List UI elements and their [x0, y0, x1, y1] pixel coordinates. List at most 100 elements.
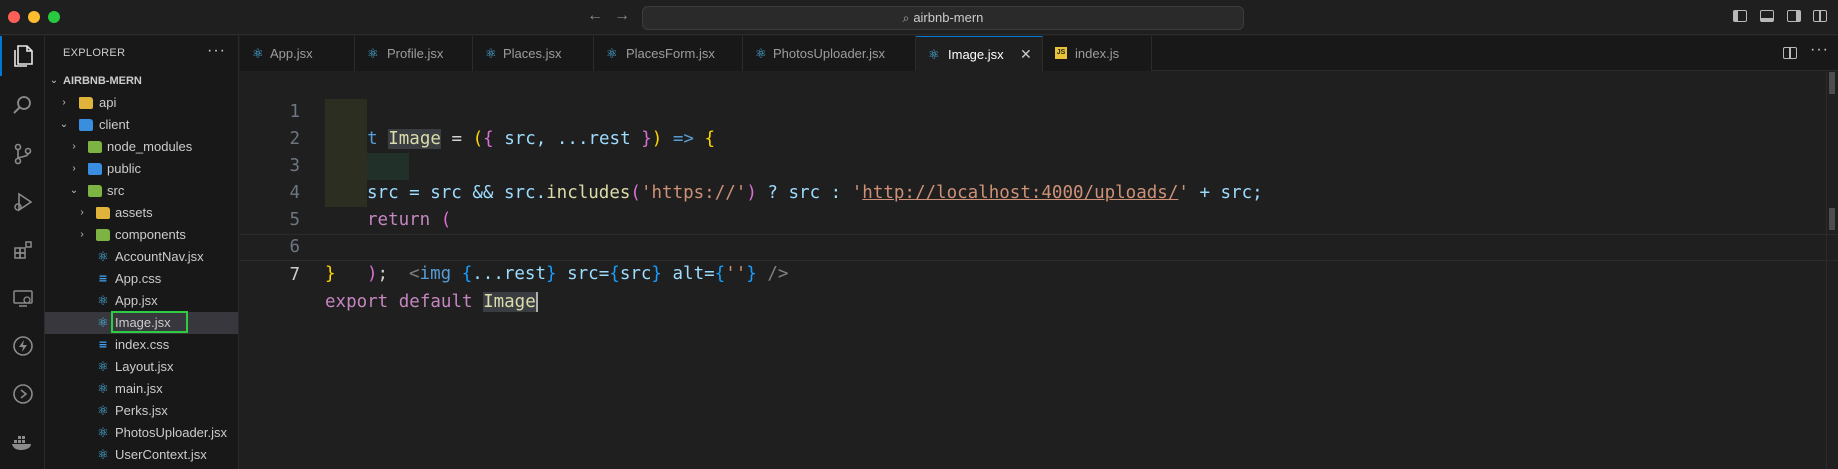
code-line-4: 4 <img {...rest} src={src} alt={''} /> [240, 153, 1838, 284]
tab-image-jsx[interactable]: ⚛ Image.jsx ✕ [916, 36, 1043, 71]
root-folder-label: AIRBNB-MERN [63, 75, 142, 87]
tree-item-label: Layout.jsx [115, 359, 174, 374]
thunder-client-icon[interactable] [0, 326, 45, 366]
indent-guide [325, 99, 367, 126]
forward-arrow-icon[interactable]: → [614, 7, 630, 25]
tab-profile-jsx[interactable]: ⚛ Profile.jsx [355, 36, 473, 71]
indent-guide [325, 153, 367, 180]
remote-explorer-icon[interactable] [0, 278, 45, 318]
tree-item-label: index.css [115, 337, 170, 352]
toggle-panel-icon[interactable] [1760, 10, 1774, 22]
tree-item-label: src [107, 183, 125, 198]
tree-item-components[interactable]: › components [45, 224, 238, 246]
folder-public-icon [88, 163, 102, 175]
search-activity-icon[interactable] [0, 85, 45, 125]
tree-item-label: AccountNav.jsx [115, 249, 204, 264]
tree-item-app-jsx[interactable]: ⚛ App.jsx [45, 290, 238, 312]
code-line-5: 5 ); [240, 180, 1838, 284]
css-file-icon: ≡ [98, 272, 108, 285]
customize-layout-icon[interactable] [1813, 10, 1827, 22]
tree-item-src[interactable]: ⌄ src [45, 180, 238, 202]
tree-item-assets[interactable]: › assets [45, 202, 238, 224]
tree-item-label: assets [115, 205, 153, 220]
tree-item-main[interactable]: ⚛ main.jsx [45, 378, 238, 400]
tree-item-label: PhotosUploader.jsx [115, 425, 228, 440]
tree-item-label: node_modules [107, 139, 193, 154]
tree-item-app-css[interactable]: ≡ App.css [45, 268, 238, 290]
code-line-3: 3 return ( [240, 126, 1838, 230]
timeline-icon[interactable] [0, 374, 45, 414]
react-file-icon: ⚛ [485, 46, 497, 61]
toggle-primary-sidebar-icon[interactable] [1733, 10, 1747, 22]
source-control-icon[interactable] [0, 134, 45, 174]
code-text: <img {...rest} src={src} alt={''} /> [409, 264, 789, 284]
code-line-2: 2 src = src && src.includes('https://') … [240, 99, 1838, 203]
react-file-icon: ⚛ [97, 315, 109, 330]
tree-item-label: api [99, 95, 117, 110]
code-line-7: 7 export default Image [240, 234, 1838, 312]
folder-src-icon [88, 185, 102, 197]
line-number: 7 [289, 265, 300, 285]
tree-item-client[interactable]: ⌄ client [45, 114, 238, 136]
tree-item-public[interactable]: › public [45, 158, 238, 180]
close-tab-icon[interactable]: ✕ [1020, 37, 1032, 72]
react-file-icon: ⚛ [252, 46, 264, 61]
tab-label: App.jsx [270, 46, 313, 61]
tab-app-jsx[interactable]: ⚛ App.jsx [240, 36, 355, 71]
tree-item-label: main.jsx [115, 381, 163, 396]
react-file-icon: ⚛ [606, 46, 618, 61]
tree-item-label: UserContext.jsx [115, 447, 207, 462]
explorer-more-actions-icon[interactable]: ··· [207, 42, 226, 60]
tab-photosuploader-jsx[interactable]: ⚛ PhotosUploader.jsx [743, 36, 916, 71]
activity-bar [0, 36, 45, 469]
explorer-icon[interactable] [0, 36, 45, 76]
extensions-icon[interactable] [0, 230, 45, 270]
run-debug-icon[interactable] [0, 182, 45, 222]
code-editor[interactable]: 1 const Image = ({ src, ...rest }) => { … [240, 72, 1838, 469]
tree-item-node-modules[interactable]: › node_modules [45, 136, 238, 158]
tree-item-label: client [99, 117, 130, 132]
tree-item-photosuploader[interactable]: ⚛ PhotosUploader.jsx [45, 422, 238, 444]
scrollbar-marker [1829, 208, 1835, 230]
tab-places-jsx[interactable]: ⚛ Places.jsx [473, 36, 594, 71]
back-arrow-icon[interactable]: ← [587, 7, 603, 25]
docker-icon[interactable] [0, 422, 45, 462]
tree-item-index-css[interactable]: ≡ index.css [45, 334, 238, 356]
folder-components-icon [96, 229, 110, 241]
folder-icon [96, 207, 110, 219]
tree-item-accountnav[interactable]: ⚛ AccountNav.jsx [45, 246, 238, 268]
react-file-icon: ⚛ [97, 249, 109, 264]
chevron-right-icon: › [62, 97, 66, 108]
search-text: airbnb-mern [913, 10, 984, 25]
code-line-1: 1 const Image = ({ src, ...rest }) => { [240, 72, 1838, 149]
tree-item-usercontext[interactable]: ⚛ UserContext.jsx [45, 444, 238, 466]
editor-scrollbar[interactable] [1826, 72, 1838, 469]
explorer-title: EXPLORER [63, 47, 126, 59]
code-text: } [325, 264, 336, 284]
react-file-icon: ⚛ [928, 47, 940, 62]
editor-tab-bar: ⚛ App.jsx ⚛ Profile.jsx ⚛ Places.jsx ⚛ P… [240, 36, 1838, 71]
tab-placesform-jsx[interactable]: ⚛ PlacesForm.jsx [594, 36, 743, 71]
chevron-right-icon: › [80, 207, 84, 218]
explorer-sidebar: EXPLORER ··· ⌄ AIRBNB-MERN › api ⌄ clien… [45, 36, 239, 469]
tree-item-api[interactable]: › api [45, 92, 238, 114]
tree-item-layout[interactable]: ⚛ Layout.jsx [45, 356, 238, 378]
tree-item-label: Perks.jsx [115, 403, 168, 418]
indent-guide [325, 126, 367, 153]
editor-more-actions-icon[interactable]: ··· [1810, 41, 1829, 59]
tab-label: PhotosUploader.jsx [773, 46, 886, 61]
split-editor-icon[interactable] [1783, 47, 1797, 59]
tab-index-js[interactable]: JS index.js [1043, 36, 1152, 71]
command-center-search[interactable]: ⌕ airbnb-mern [642, 6, 1244, 30]
maximize-window-button[interactable] [48, 11, 60, 23]
tree-item-label: App.jsx [115, 293, 158, 308]
minimize-window-button[interactable] [28, 11, 40, 23]
tree-item-label: public [107, 161, 141, 176]
chevron-down-icon: ⌄ [49, 75, 59, 86]
tree-root-airbnb-mern[interactable]: ⌄ AIRBNB-MERN [45, 70, 238, 92]
toggle-secondary-sidebar-icon[interactable] [1787, 10, 1801, 22]
close-window-button[interactable] [8, 11, 20, 23]
folder-icon [79, 97, 93, 109]
tree-item-perks[interactable]: ⚛ Perks.jsx [45, 400, 238, 422]
scrollbar-marker [1829, 72, 1835, 94]
